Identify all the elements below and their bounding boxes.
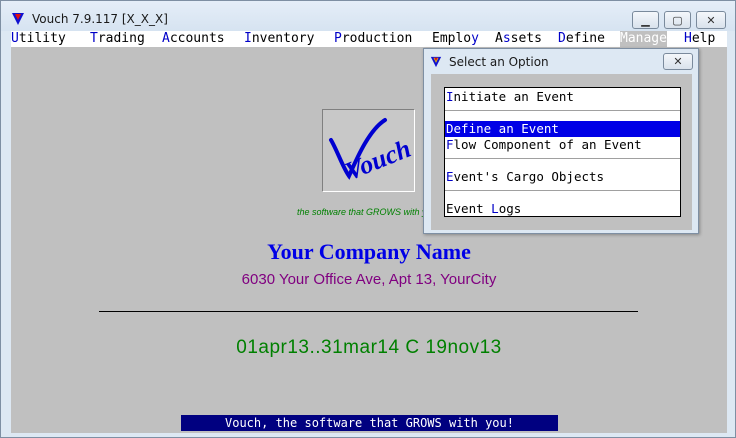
menu-assets[interactable]: Assets	[495, 31, 542, 47]
logo-tagline: the software that GROWS with you	[297, 207, 437, 217]
vouch-triangle-icon	[430, 56, 442, 68]
menu-inventory[interactable]: Inventory	[244, 31, 314, 47]
option-list[interactable]: Initiate an Event Define an Event Flow C…	[444, 87, 681, 217]
maximize-button[interactable]: ▢	[664, 11, 691, 29]
app-window: Vouch 7.9.117 [X_X_X] ▁ ▢ ✕ Utility Trad…	[0, 0, 736, 438]
menu-manage[interactable]: Manage	[620, 31, 667, 47]
company-name: Your Company Name	[267, 239, 471, 264]
option-flow-component[interactable]: Flow Component of an Event	[445, 137, 680, 153]
company-address: 6030 Your Office Ave, Apt 13, YourCity	[241, 271, 497, 288]
menu-utility[interactable]: Utility	[11, 31, 66, 47]
menu-employ[interactable]: Employ	[432, 31, 479, 47]
menu-production[interactable]: Production	[334, 31, 412, 47]
menu-define[interactable]: Define	[558, 31, 605, 47]
vouch-logo-graphic: Vouch	[329, 118, 414, 186]
close-icon: ✕	[706, 14, 716, 27]
minimize-button[interactable]: ▁	[632, 11, 659, 29]
vouch-triangle-icon	[12, 13, 24, 25]
minimize-icon: ▁	[641, 14, 650, 27]
option-separator	[445, 190, 680, 191]
close-icon: ✕	[673, 56, 683, 68]
menu-bar: Utility Trading Accounts Inventory Produ…	[11, 31, 727, 47]
dialog-title: Select an Option	[449, 55, 549, 69]
financial-period: 01apr13..31mar14 C 19nov13	[236, 337, 502, 358]
option-initiate-event[interactable]: Initiate an Event	[445, 89, 680, 105]
option-event-logs[interactable]: Event Logs	[445, 201, 680, 217]
option-cargo-objects[interactable]: Event's Cargo Objects	[445, 169, 680, 185]
window-title: Vouch 7.9.117 [X_X_X]	[32, 12, 168, 26]
close-button[interactable]: ✕	[696, 11, 726, 29]
option-separator	[445, 110, 680, 111]
dialog-body: Initiate an Event Define an Event Flow C…	[431, 74, 692, 230]
option-separator	[445, 158, 680, 159]
dialog-close-button[interactable]: ✕	[663, 53, 693, 70]
menu-accounts[interactable]: Accounts	[162, 31, 225, 47]
divider	[99, 311, 638, 312]
option-define-event[interactable]: Define an Event	[445, 121, 680, 137]
title-bar[interactable]: Vouch 7.9.117 [X_X_X] ▁ ▢ ✕	[1, 1, 735, 31]
menu-help[interactable]: Help	[684, 31, 715, 47]
menu-trading[interactable]: Trading	[90, 31, 145, 47]
footer-banner: Vouch, the software that GROWS with you!	[181, 415, 558, 431]
svg-text:Vouch: Vouch	[341, 134, 414, 186]
maximize-icon: ▢	[672, 14, 683, 27]
vouch-logo: Vouch	[322, 109, 415, 192]
select-option-dialog: Select an Option ✕ Initiate an Event Def…	[423, 48, 699, 234]
